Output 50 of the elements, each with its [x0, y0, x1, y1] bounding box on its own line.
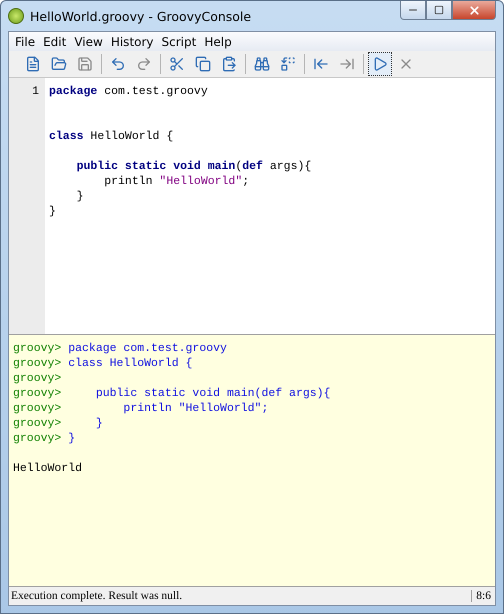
prompt-text: groovy>	[13, 432, 62, 445]
code-line: package com.test.groovy	[49, 85, 208, 98]
code-line: }	[76, 190, 84, 203]
result-text: HelloWorld	[13, 462, 82, 475]
close-icon	[468, 4, 480, 16]
output-code: package com.test.groovy	[67, 342, 227, 355]
menu-item[interactable]: File	[11, 34, 40, 48]
minimize-button[interactable]	[400, 1, 426, 20]
code-line: }	[49, 205, 56, 218]
replace-icon	[280, 56, 296, 72]
new-icon	[25, 56, 41, 72]
line-number: 1	[32, 85, 39, 98]
maximize-button[interactable]	[426, 1, 452, 20]
status-message: Execution complete. Result was null.	[10, 590, 184, 602]
output-code: class HelloWorld {	[67, 357, 192, 370]
prompt-text: groovy>	[13, 417, 62, 430]
run-button[interactable]	[368, 52, 392, 76]
code-line: class HelloWorld {	[49, 130, 174, 143]
menu-item[interactable]: Edit	[39, 34, 70, 48]
app-icon	[8, 8, 24, 24]
next-icon	[339, 56, 355, 72]
output-code: println "HelloWorld";	[122, 402, 268, 415]
paste-icon	[221, 56, 237, 72]
maximize-icon	[434, 5, 444, 15]
menu-item[interactable]: Help	[200, 34, 236, 48]
output-code: public static void main(def args){	[94, 387, 330, 400]
prompt-text: groovy>	[13, 357, 62, 370]
prompt-text: groovy>	[13, 342, 62, 355]
output-code: }	[67, 432, 76, 445]
window-title: HelloWorld.groovy - GroovyConsole	[30, 8, 252, 24]
output-code: }	[94, 417, 103, 430]
menu-item[interactable]: History	[106, 34, 158, 48]
menu-item[interactable]: Script	[158, 34, 200, 48]
save-icon	[77, 56, 93, 72]
copy-icon	[195, 56, 211, 72]
menu-item[interactable]: View	[70, 34, 107, 48]
run-icon	[372, 56, 388, 72]
prompt-text: groovy>	[13, 372, 62, 385]
prompt-text: groovy>	[13, 402, 62, 415]
previous-icon	[313, 56, 329, 72]
open-icon	[51, 56, 67, 72]
redo-icon	[136, 56, 152, 72]
close-button[interactable]	[452, 1, 496, 20]
binoculars-icon	[254, 56, 270, 72]
code-line: println "HelloWorld";	[103, 175, 250, 188]
code-line: public static void main(def args){	[76, 160, 312, 173]
prompt-text: groovy>	[13, 387, 62, 400]
cut-icon	[169, 56, 185, 72]
undo-icon	[110, 56, 126, 72]
cursor-position: 8:6	[471, 590, 495, 602]
